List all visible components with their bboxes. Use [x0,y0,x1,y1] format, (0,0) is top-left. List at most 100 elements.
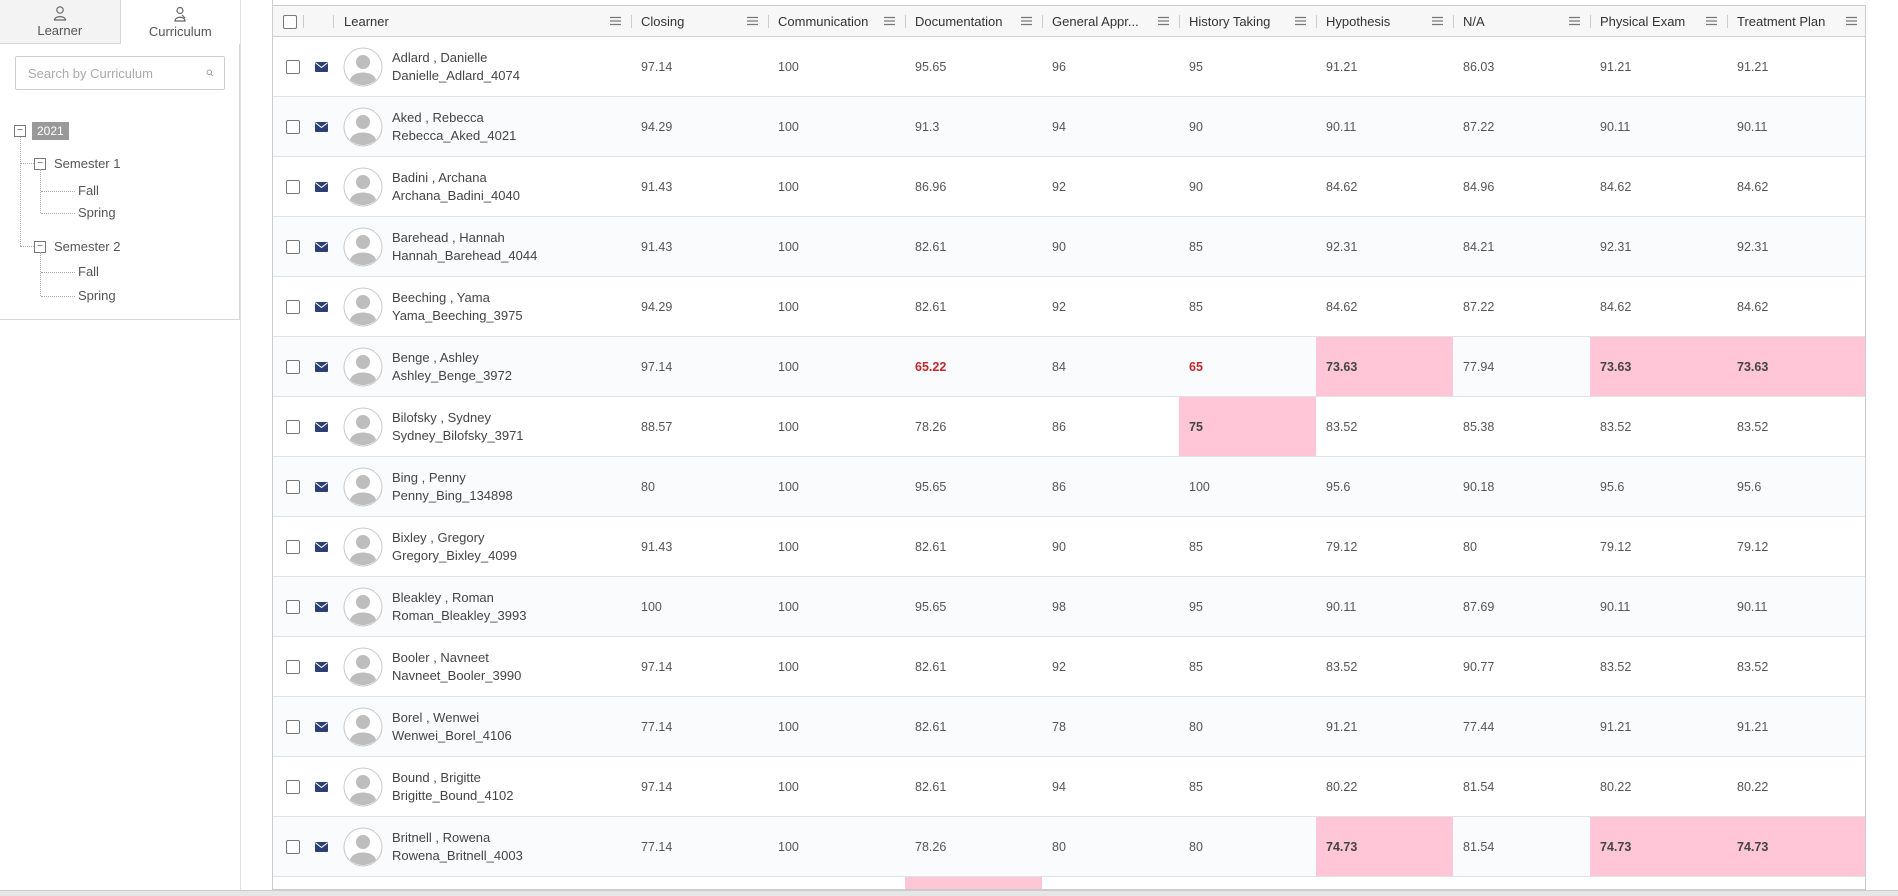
learner-name[interactable]: Badini , Archana [392,169,520,187]
learner-cell[interactable]: Bilofsky , Sydney Sydney_Bilofsky_3971 [392,409,524,445]
mail-icon[interactable] [315,422,328,432]
mail-icon[interactable] [315,602,328,612]
mail-icon[interactable] [315,842,328,852]
tree-node-s2-spring[interactable]: Spring [78,288,116,303]
learner-cell[interactable]: Bixley , Gregory Gregory_Bixley_4099 [392,529,517,565]
learner-name[interactable]: Aked , Rebecca [392,109,516,127]
table-row[interactable]: Borel , Wenwei Wenwei_Borel_4106 77.14 100 8… [273,697,1865,757]
learner-name[interactable]: Barehead , Hannah [392,229,537,247]
table-row[interactable]: Bilofsky , Sydney Sydney_Bilofsky_3971 88.… [273,397,1865,457]
column-menu-icon[interactable] [1021,16,1032,26]
horizontal-scrollbar[interactable] [0,890,1898,896]
learner-cell[interactable]: Britnell , Rowena Rowena_Britnell_4003 [392,829,523,865]
mail-icon[interactable] [315,782,328,792]
learner-name[interactable]: Bixley , Gregory [392,529,517,547]
table-row[interactable]: Benge , Ashley Ashley_Benge_3972 97.14 100 6… [273,337,1865,397]
learner-cell[interactable]: Barehead , Hannah Hannah_Barehead_4044 [392,229,537,265]
learner-cell[interactable]: Bing , Penny Penny_Bing_134898 [392,469,513,505]
search-input[interactable] [26,64,206,82]
search-icon[interactable] [206,65,214,81]
learner-cell[interactable]: Booler , Navneet Navneet_Booler_3990 [392,649,521,685]
tree-node-s1-fall[interactable]: Fall [78,183,99,198]
tree-semester-1-label[interactable]: Semester 1 [54,156,120,171]
tree-fall-label[interactable]: Fall [78,264,99,279]
learner-cell[interactable]: Beeching , Yama Yama_Beeching_3975 [392,289,523,325]
column-header-na[interactable]: N/A [1453,6,1590,37]
learner-name[interactable]: Beeching , Yama [392,289,523,307]
column-header-general[interactable]: General Appr... [1042,6,1179,37]
column-header-treatment[interactable]: Treatment Plan [1727,6,1865,37]
learner-name[interactable]: Bing , Penny [392,469,513,487]
table-row[interactable]: Bing , Penny Penny_Bing_134898 80 100 95.65 8… [273,457,1865,517]
table-row[interactable]: Adlard , Danielle Danielle_Adlard_4074 97.… [273,37,1865,97]
column-header-documentation[interactable]: Documentation [905,6,1042,37]
row-checkbox[interactable] [286,420,300,434]
row-checkbox[interactable] [286,60,300,74]
learner-cell[interactable]: Borel , Wenwei Wenwei_Borel_4106 [392,709,512,745]
column-menu-icon[interactable] [1846,16,1857,26]
mail-icon[interactable] [315,122,328,132]
mail-icon[interactable] [315,242,328,252]
column-header-learner[interactable]: Learner [334,6,631,37]
column-header-communication[interactable]: Communication [768,6,905,37]
tree-semester-2-label[interactable]: Semester 2 [54,239,120,254]
table-row[interactable] [273,877,1865,889]
column-header-hypothesis[interactable]: Hypothesis [1316,6,1453,37]
column-header-closing[interactable]: Closing [631,6,768,37]
learner-cell[interactable]: Aked , Rebecca Rebecca_Aked_4021 [392,109,516,145]
row-checkbox[interactable] [286,720,300,734]
column-menu-icon[interactable] [610,16,621,26]
table-row[interactable]: Aked , Rebecca Rebecca_Aked_4021 94.29 100 9… [273,97,1865,157]
column-menu-icon[interactable] [1158,16,1169,26]
learner-name[interactable]: Adlard , Danielle [392,49,520,67]
learner-name[interactable]: Booler , Navneet [392,649,521,667]
mail-icon[interactable] [315,542,328,552]
collapse-icon[interactable]: − [14,125,26,137]
learner-name[interactable]: Borel , Wenwei [392,709,512,727]
collapse-icon[interactable]: − [34,240,46,253]
row-checkbox[interactable] [286,660,300,674]
table-row[interactable]: Britnell , Rowena Rowena_Britnell_4003 77.… [273,817,1865,877]
column-menu-icon[interactable] [884,16,895,26]
column-menu-icon[interactable] [747,16,758,26]
mail-icon[interactable] [315,182,328,192]
column-header-history[interactable]: History Taking [1179,6,1316,37]
tree-fall-label[interactable]: Fall [78,183,99,198]
mail-icon[interactable] [315,62,328,72]
table-row[interactable]: Bixley , Gregory Gregory_Bixley_4099 91.43… [273,517,1865,577]
row-checkbox[interactable] [286,480,300,494]
tree-node-2021[interactable]: − 2021 [14,122,69,140]
row-checkbox[interactable] [286,180,300,194]
row-checkbox[interactable] [286,840,300,854]
select-all-checkbox[interactable] [283,14,297,29]
table-row[interactable]: Bound , Brigitte Brigitte_Bound_4102 97.14… [273,757,1865,817]
tree-node-semester-1[interactable]: − Semester 1 [34,156,120,171]
learner-cell[interactable]: Bound , Brigitte Brigitte_Bound_4102 [392,769,513,805]
tree-node-s1-spring[interactable]: Spring [78,205,116,220]
row-checkbox[interactable] [286,540,300,554]
tab-curriculum[interactable]: Curriculum [120,0,240,44]
learner-name[interactable]: Bilofsky , Sydney [392,409,524,427]
mail-icon[interactable] [315,482,328,492]
column-menu-icon[interactable] [1569,16,1580,26]
row-checkbox[interactable] [286,360,300,374]
learner-cell[interactable]: Benge , Ashley Ashley_Benge_3972 [392,349,512,385]
table-row[interactable]: Booler , Navneet Navneet_Booler_3990 97.14… [273,637,1865,697]
mail-icon[interactable] [315,302,328,312]
mail-icon[interactable] [315,662,328,672]
collapse-icon[interactable]: − [34,157,46,170]
learner-cell[interactable]: Adlard , Danielle Danielle_Adlard_4074 [392,49,520,85]
mail-icon[interactable] [315,362,328,372]
column-header-physical[interactable]: Physical Exam [1590,6,1727,37]
mail-icon[interactable] [315,722,328,732]
learner-name[interactable]: Bound , Brigitte [392,769,513,787]
column-menu-icon[interactable] [1295,16,1306,26]
table-row[interactable]: Beeching , Yama Yama_Beeching_3975 94.29 10… [273,277,1865,337]
row-checkbox[interactable] [286,300,300,314]
learner-name[interactable]: Bleakley , Roman [392,589,526,607]
header-select-all[interactable] [273,6,303,37]
learner-cell[interactable]: Bleakley , Roman Roman_Bleakley_3993 [392,589,526,625]
tree-year-label[interactable]: 2021 [32,122,69,140]
tab-learner[interactable]: Learner [0,0,121,44]
column-menu-icon[interactable] [1432,16,1443,26]
